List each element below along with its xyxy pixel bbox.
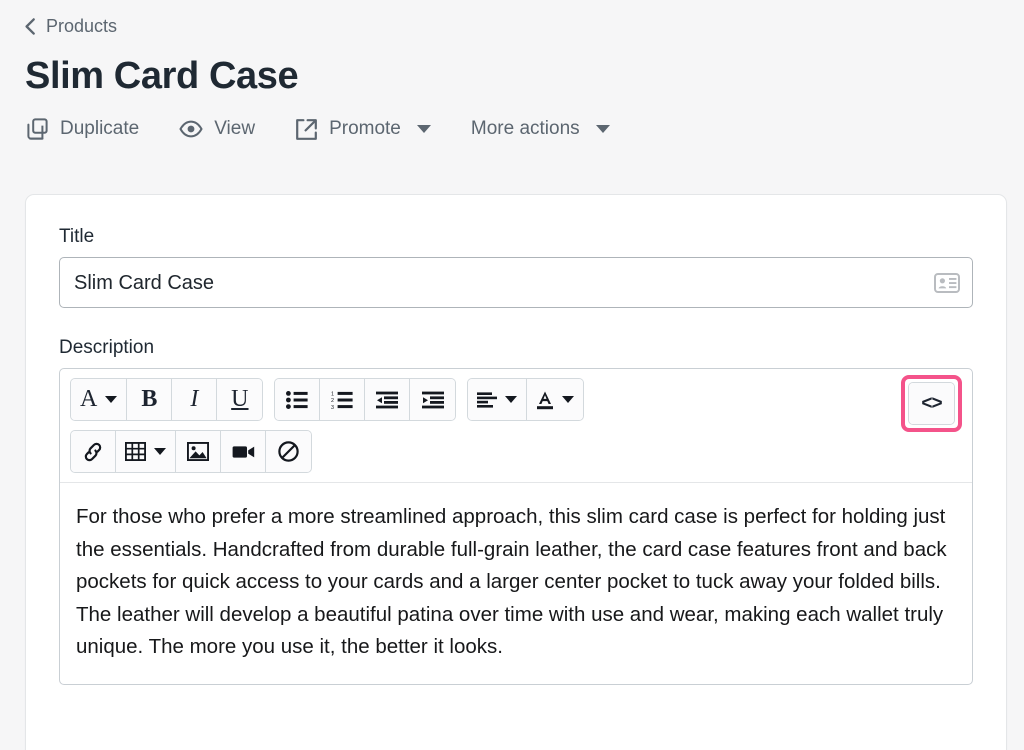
outdent-icon bbox=[376, 391, 399, 408]
numbered-list-icon: 1 2 3 bbox=[331, 391, 353, 409]
insert-group bbox=[70, 430, 312, 473]
underline-button[interactable]: U bbox=[217, 379, 263, 420]
bold-button[interactable]: B bbox=[127, 379, 173, 420]
title-field-label: Title bbox=[59, 226, 95, 247]
chevron-down-icon bbox=[154, 448, 166, 455]
align-left-icon bbox=[477, 391, 498, 408]
italic-glyph: I bbox=[190, 386, 199, 412]
text-format-group: A B I U bbox=[70, 378, 264, 421]
italic-button[interactable]: I bbox=[172, 379, 218, 420]
chevron-down-icon bbox=[105, 396, 118, 403]
description-editor: A B I U 1 2 3 <> For those who prefer a … bbox=[59, 368, 973, 685]
code-group: <> bbox=[908, 382, 955, 425]
no-entry-icon bbox=[278, 441, 299, 462]
breadcrumb-products[interactable]: Products bbox=[24, 12, 117, 40]
title-input-wrapper[interactable]: Slim Card Case bbox=[59, 257, 973, 308]
video-icon bbox=[232, 445, 254, 458]
product-detail-page: Products Slim Card Case Duplicate View P… bbox=[0, 0, 1024, 750]
breadcrumb-label: Products bbox=[46, 16, 118, 36]
editor-toolbar-row-1: A B I U 1 2 3 <> bbox=[60, 369, 972, 432]
action-duplicate[interactable]: Duplicate bbox=[25, 113, 141, 145]
action-label: Promote bbox=[329, 118, 401, 139]
svg-text:2: 2 bbox=[331, 398, 334, 404]
bulleted-list-icon bbox=[286, 390, 308, 409]
description-text: For those who prefer a more streamlined … bbox=[76, 505, 947, 658]
action-view[interactable]: View bbox=[177, 113, 257, 145]
align-color-group bbox=[467, 378, 585, 421]
svg-text:1: 1 bbox=[331, 391, 334, 397]
chevron-down-icon bbox=[562, 396, 575, 403]
page-title: Slim Card Case bbox=[25, 55, 299, 97]
text-color-icon bbox=[537, 391, 554, 409]
external-link-icon bbox=[296, 118, 317, 140]
font-style-select[interactable]: A bbox=[71, 379, 128, 420]
outdent-button[interactable] bbox=[365, 379, 411, 420]
bulleted-list-button[interactable] bbox=[275, 379, 321, 420]
page-header: Products Slim Card Case Duplicate View P… bbox=[0, 0, 1024, 145]
duplicate-icon bbox=[27, 118, 48, 140]
action-more-actions[interactable]: More actions bbox=[469, 113, 612, 145]
chevron-left-icon bbox=[25, 17, 35, 35]
insert-table-button[interactable] bbox=[116, 431, 176, 472]
list-indent-group: 1 2 3 bbox=[274, 378, 457, 421]
indent-icon bbox=[421, 391, 444, 408]
indent-button[interactable] bbox=[410, 379, 456, 420]
underline-glyph: U bbox=[231, 386, 249, 412]
description-editor-body[interactable]: For those who prefer a more streamlined … bbox=[60, 483, 972, 684]
action-label: View bbox=[214, 118, 256, 139]
text-align-button[interactable] bbox=[468, 379, 528, 420]
chevron-down-icon bbox=[505, 396, 518, 403]
code-view-highlight: <> bbox=[901, 375, 962, 432]
code-glyph: <> bbox=[921, 392, 942, 414]
action-label: Duplicate bbox=[60, 118, 140, 139]
action-promote[interactable]: Promote bbox=[293, 113, 433, 145]
editor-toolbar-row-2 bbox=[60, 430, 972, 483]
code-view-button[interactable]: <> bbox=[909, 383, 954, 424]
contact-card-icon[interactable] bbox=[934, 272, 960, 293]
product-form-card: Title Slim Card Case Description A B I U… bbox=[25, 194, 1007, 750]
description-field-label: Description bbox=[59, 337, 155, 358]
bold-glyph: B bbox=[141, 386, 158, 412]
title-input[interactable]: Slim Card Case bbox=[74, 270, 214, 296]
svg-text:3: 3 bbox=[331, 404, 334, 408]
chevron-down-icon bbox=[416, 125, 431, 133]
page-action-bar: Duplicate View Promote More actions bbox=[25, 113, 1000, 145]
insert-image-button[interactable] bbox=[176, 431, 221, 472]
insert-video-button[interactable] bbox=[221, 431, 266, 472]
numbered-list-button[interactable]: 1 2 3 bbox=[320, 379, 366, 420]
table-icon bbox=[125, 442, 146, 461]
action-label: More actions bbox=[470, 118, 580, 139]
image-icon bbox=[187, 442, 209, 461]
eye-icon bbox=[179, 120, 203, 138]
chevron-down-icon bbox=[595, 125, 610, 133]
clear-formatting-button[interactable] bbox=[266, 431, 311, 472]
font-style-glyph: A bbox=[80, 386, 98, 412]
link-icon bbox=[84, 442, 102, 461]
text-color-button[interactable] bbox=[527, 379, 584, 420]
insert-link-button[interactable] bbox=[71, 431, 116, 472]
